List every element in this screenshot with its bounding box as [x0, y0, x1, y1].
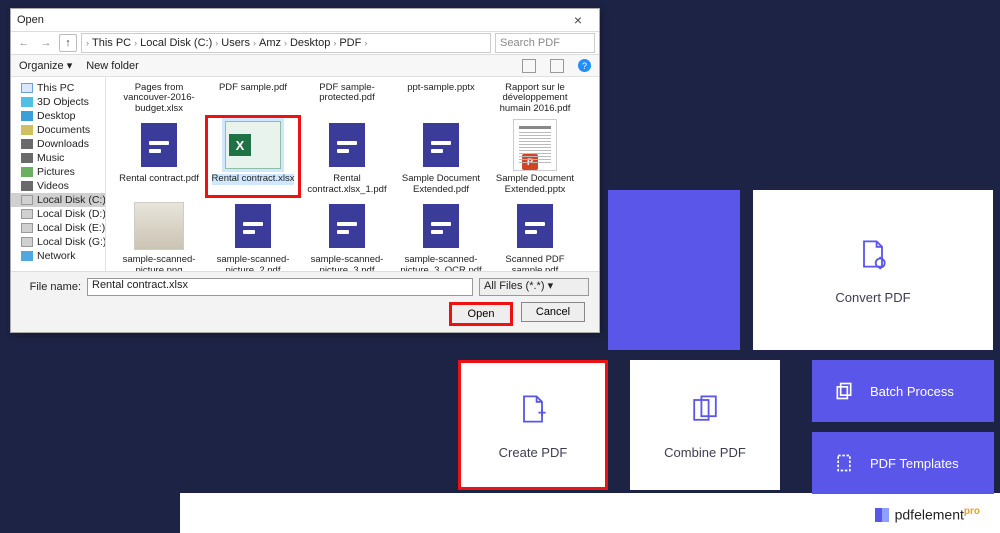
filetype-select[interactable]: All Files (*.*) ▾ [479, 278, 589, 296]
breadcrumb-segment[interactable]: PDF [339, 37, 361, 49]
file-item[interactable]: Sample Document Extended.pdf [394, 116, 488, 197]
breadcrumb-segment[interactable]: Users [221, 37, 250, 49]
convert-icon [855, 236, 891, 272]
file-item[interactable]: PDF sample.pdf [206, 79, 300, 116]
address-bar: ← → ↑ ›This PC›Local Disk (C:)›Users›Amz… [11, 31, 599, 55]
file-item[interactable]: PSample Document Extended.pptx [488, 116, 582, 197]
tree-item[interactable]: Local Disk (D:) [11, 207, 105, 221]
up-button[interactable]: ↑ [59, 34, 77, 52]
close-button[interactable]: × [563, 12, 593, 28]
file-grid: Pages from vancouver-2016-budget.xlsxPDF… [106, 77, 599, 271]
view-icon[interactable] [522, 59, 536, 73]
file-item[interactable]: Pages from vancouver-2016-budget.xlsx [112, 79, 206, 116]
file-item[interactable]: Scanned PDF sample.pdf [488, 197, 582, 271]
combine-icon [687, 391, 723, 427]
accent-panel [608, 190, 740, 350]
combine-pdf-card[interactable]: Combine PDF [630, 360, 780, 490]
file-item[interactable]: Rental contract.pdf [112, 116, 206, 197]
file-item[interactable]: sample-scanned-picture_3.pdf [300, 197, 394, 271]
file-item[interactable]: PDF sample-protected.pdf [300, 79, 394, 116]
forward-button[interactable]: → [37, 34, 55, 52]
filename-label: File name: [21, 281, 81, 293]
organize-menu[interactable]: Organize ▾ [19, 59, 72, 72]
file-item[interactable]: Rental contract.xlsx [206, 116, 300, 197]
tree-item[interactable]: Downloads [11, 137, 105, 151]
brand-icon [875, 508, 889, 522]
breadcrumb-segment[interactable]: Local Disk (C:) [140, 37, 212, 49]
breadcrumb-segment[interactable]: This PC [92, 37, 131, 49]
tree-item[interactable]: Local Disk (G:) [11, 235, 105, 249]
file-item[interactable]: sample-scanned-picture_3_OCR.pdf [394, 197, 488, 271]
open-button[interactable]: Open [449, 302, 513, 326]
file-open-dialog: Open × ← → ↑ ›This PC›Local Disk (C:)›Us… [10, 8, 600, 333]
batch-icon [834, 381, 854, 401]
file-item[interactable]: Rental contract.xlsx_1.pdf [300, 116, 394, 197]
file-item[interactable]: ppt-sample.pptx [394, 79, 488, 116]
combine-label: Combine PDF [664, 445, 746, 460]
templates-card[interactable]: PDF Templates [812, 432, 994, 494]
search-input[interactable]: Search PDF [495, 33, 595, 53]
dialog-title: Open [17, 14, 563, 26]
create-label: Create PDF [499, 445, 568, 460]
create-pdf-card[interactable]: Create PDF [458, 360, 608, 490]
batch-process-card[interactable]: Batch Process [812, 360, 994, 422]
tree-item[interactable]: Pictures [11, 165, 105, 179]
breadcrumb[interactable]: ›This PC›Local Disk (C:)›Users›Amz›Deskt… [81, 33, 491, 53]
templates-label: PDF Templates [870, 456, 959, 471]
file-item[interactable]: Rapport sur le développement humain 2016… [488, 79, 582, 116]
tree-item[interactable]: Local Disk (C:) [11, 193, 105, 207]
convert-label: Convert PDF [835, 290, 910, 305]
filename-input[interactable]: Rental contract.xlsx [87, 278, 473, 296]
brand-text: pdfelementpro [895, 506, 980, 523]
tree-item[interactable]: 3D Objects [11, 95, 105, 109]
tree-item[interactable]: This PC [11, 81, 105, 95]
tree-item[interactable]: Desktop [11, 109, 105, 123]
tree-item[interactable]: Music [11, 151, 105, 165]
new-folder-button[interactable]: New folder [86, 60, 139, 72]
breadcrumb-segment[interactable]: Desktop [290, 37, 330, 49]
help-icon[interactable]: ? [578, 59, 591, 72]
breadcrumb-segment[interactable]: Amz [259, 37, 281, 49]
branding: pdfelementpro [875, 506, 980, 523]
batch-label: Batch Process [870, 384, 954, 399]
dialog-footer: File name: Rental contract.xlsx All File… [11, 271, 599, 332]
tree-item[interactable]: Documents [11, 123, 105, 137]
convert-pdf-card[interactable]: Convert PDF [753, 190, 993, 350]
file-item[interactable]: sample-scanned-picture_2.pdf [206, 197, 300, 271]
tree-item[interactable]: Local Disk (E:) [11, 221, 105, 235]
create-icon [515, 391, 551, 427]
view2-icon[interactable] [550, 59, 564, 73]
cancel-button[interactable]: Cancel [521, 302, 585, 322]
templates-icon [834, 453, 854, 473]
tree-item[interactable]: Network [11, 249, 105, 263]
file-item[interactable]: sample-scanned-picture.png [112, 197, 206, 271]
back-button[interactable]: ← [15, 34, 33, 52]
tree-item[interactable]: Videos [11, 179, 105, 193]
dialog-toolbar: Organize ▾ New folder ? [11, 55, 599, 77]
dialog-titlebar: Open × [11, 9, 599, 31]
folder-tree: This PC3D ObjectsDesktopDocumentsDownloa… [11, 77, 106, 271]
